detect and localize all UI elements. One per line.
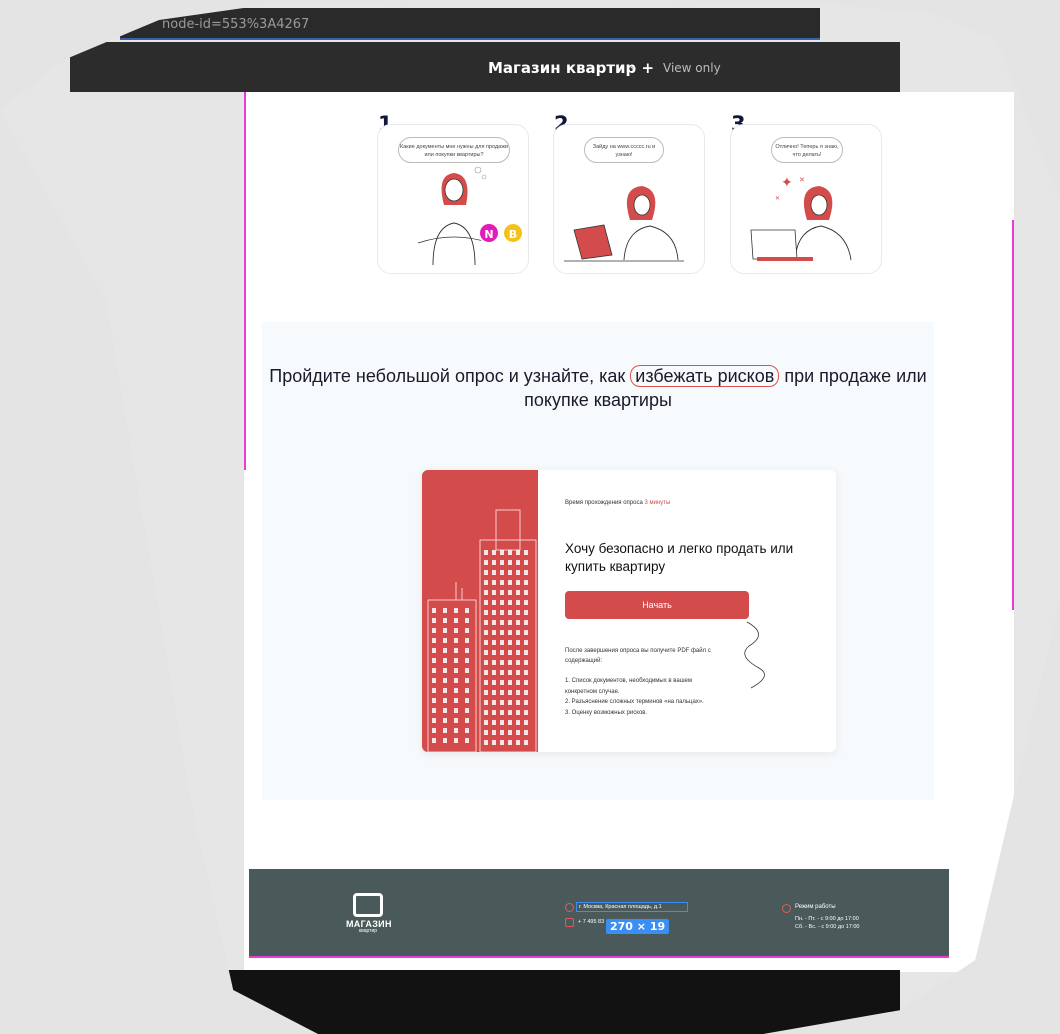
hours-weekend: Сб. - Вс. - с 9:00 до 17:00 [795, 924, 860, 930]
card-title: Хочу безопасно и легко продать или купит… [565, 541, 794, 574]
survey-card: Время прохождения опроса 3 минуты Хочу б… [422, 470, 836, 752]
location-icon [565, 903, 574, 912]
logo-mark-icon [353, 893, 383, 917]
guide-line-right [1012, 220, 1014, 610]
survey-duration: Время прохождения опроса 3 минуты [565, 500, 670, 506]
step-card-1: Какие документы мне нужны для продажи ил… [377, 124, 529, 274]
duration-label: Время прохождения опроса [565, 500, 643, 506]
benefits-list: 1. Список документов, необходимых в ваше… [565, 676, 725, 718]
svg-text:✦: ✦ [781, 174, 793, 190]
collaborator-avatar-b[interactable]: B [502, 222, 524, 244]
footer: МАГАЗИН квартир г. Москва, Красная площа… [249, 869, 949, 957]
editor-toolbar: Магазин квартир + ⌄ View only [70, 42, 900, 92]
svg-text:✕: ✕ [775, 196, 780, 202]
dark-edge [200, 970, 900, 1034]
duration-value: 3 минуты [644, 500, 671, 506]
screenshot-frame: node-id=553%3A4267 Магазин квартир + ⌄ V… [0, 0, 1060, 1034]
phone-icon [565, 918, 574, 927]
guide-line-bottom [249, 956, 949, 958]
address-text[interactable]: г. Москва, Красная площадь, д.1 [576, 902, 688, 912]
woman-laptop-illustration [564, 186, 684, 262]
phone-text: + 7 495 83 [578, 919, 605, 925]
collaborator-avatar-n[interactable]: N [478, 222, 500, 244]
list-item: 2. Разъяснение сложных терминов «на паль… [565, 699, 704, 705]
clock-icon [782, 904, 791, 913]
address-bar[interactable]: node-id=553%3A4267 [120, 8, 820, 40]
woman-thinking-illustration [417, 166, 491, 266]
list-item: 1. Список документов, необходимых в ваше… [565, 678, 692, 695]
hours-title: Режим работы [795, 904, 836, 910]
step-card-3: Отлично! Теперь я знаю, что делать! ✦ ✕ … [730, 124, 882, 274]
selection-size-badge: 270 × 19 [606, 919, 670, 934]
survey-heading: Пройдите небольшой опрос и узнайте, как … [262, 364, 934, 412]
woman-happy-illustration: ✦ ✕ ✕ [750, 174, 852, 261]
url-text: node-id=553%3A4267 [162, 17, 310, 32]
view-mode-label: View only [663, 61, 721, 75]
squiggle-decoration [744, 621, 765, 689]
heading-text-start: Пройдите небольшой опрос и узнайте, как [269, 366, 626, 386]
survey-section: Пройдите небольшой опрос и узнайте, как … [262, 322, 934, 800]
building-illustration [422, 470, 538, 752]
hours-weekdays: Пн. - Пт. - с 9:00 до 17:00 [795, 916, 859, 922]
brand-logo[interactable]: МАГАЗИН квартир [346, 893, 391, 941]
guide-line-left [244, 92, 246, 470]
step-card-2: Зайду на www.ccccc.ru и узнаю! [553, 124, 705, 274]
svg-text:✕: ✕ [799, 177, 805, 184]
start-button[interactable]: Начать [565, 591, 749, 619]
after-survey-text: После завершения опроса вы получите PDF … [565, 648, 711, 664]
list-item: 3. Оценку возможных рисков. [565, 709, 648, 716]
building-icon [427, 509, 537, 752]
heading-highlight: избежать рисков [630, 365, 780, 387]
chevron-down-icon[interactable]: ⌄ [628, 59, 637, 72]
